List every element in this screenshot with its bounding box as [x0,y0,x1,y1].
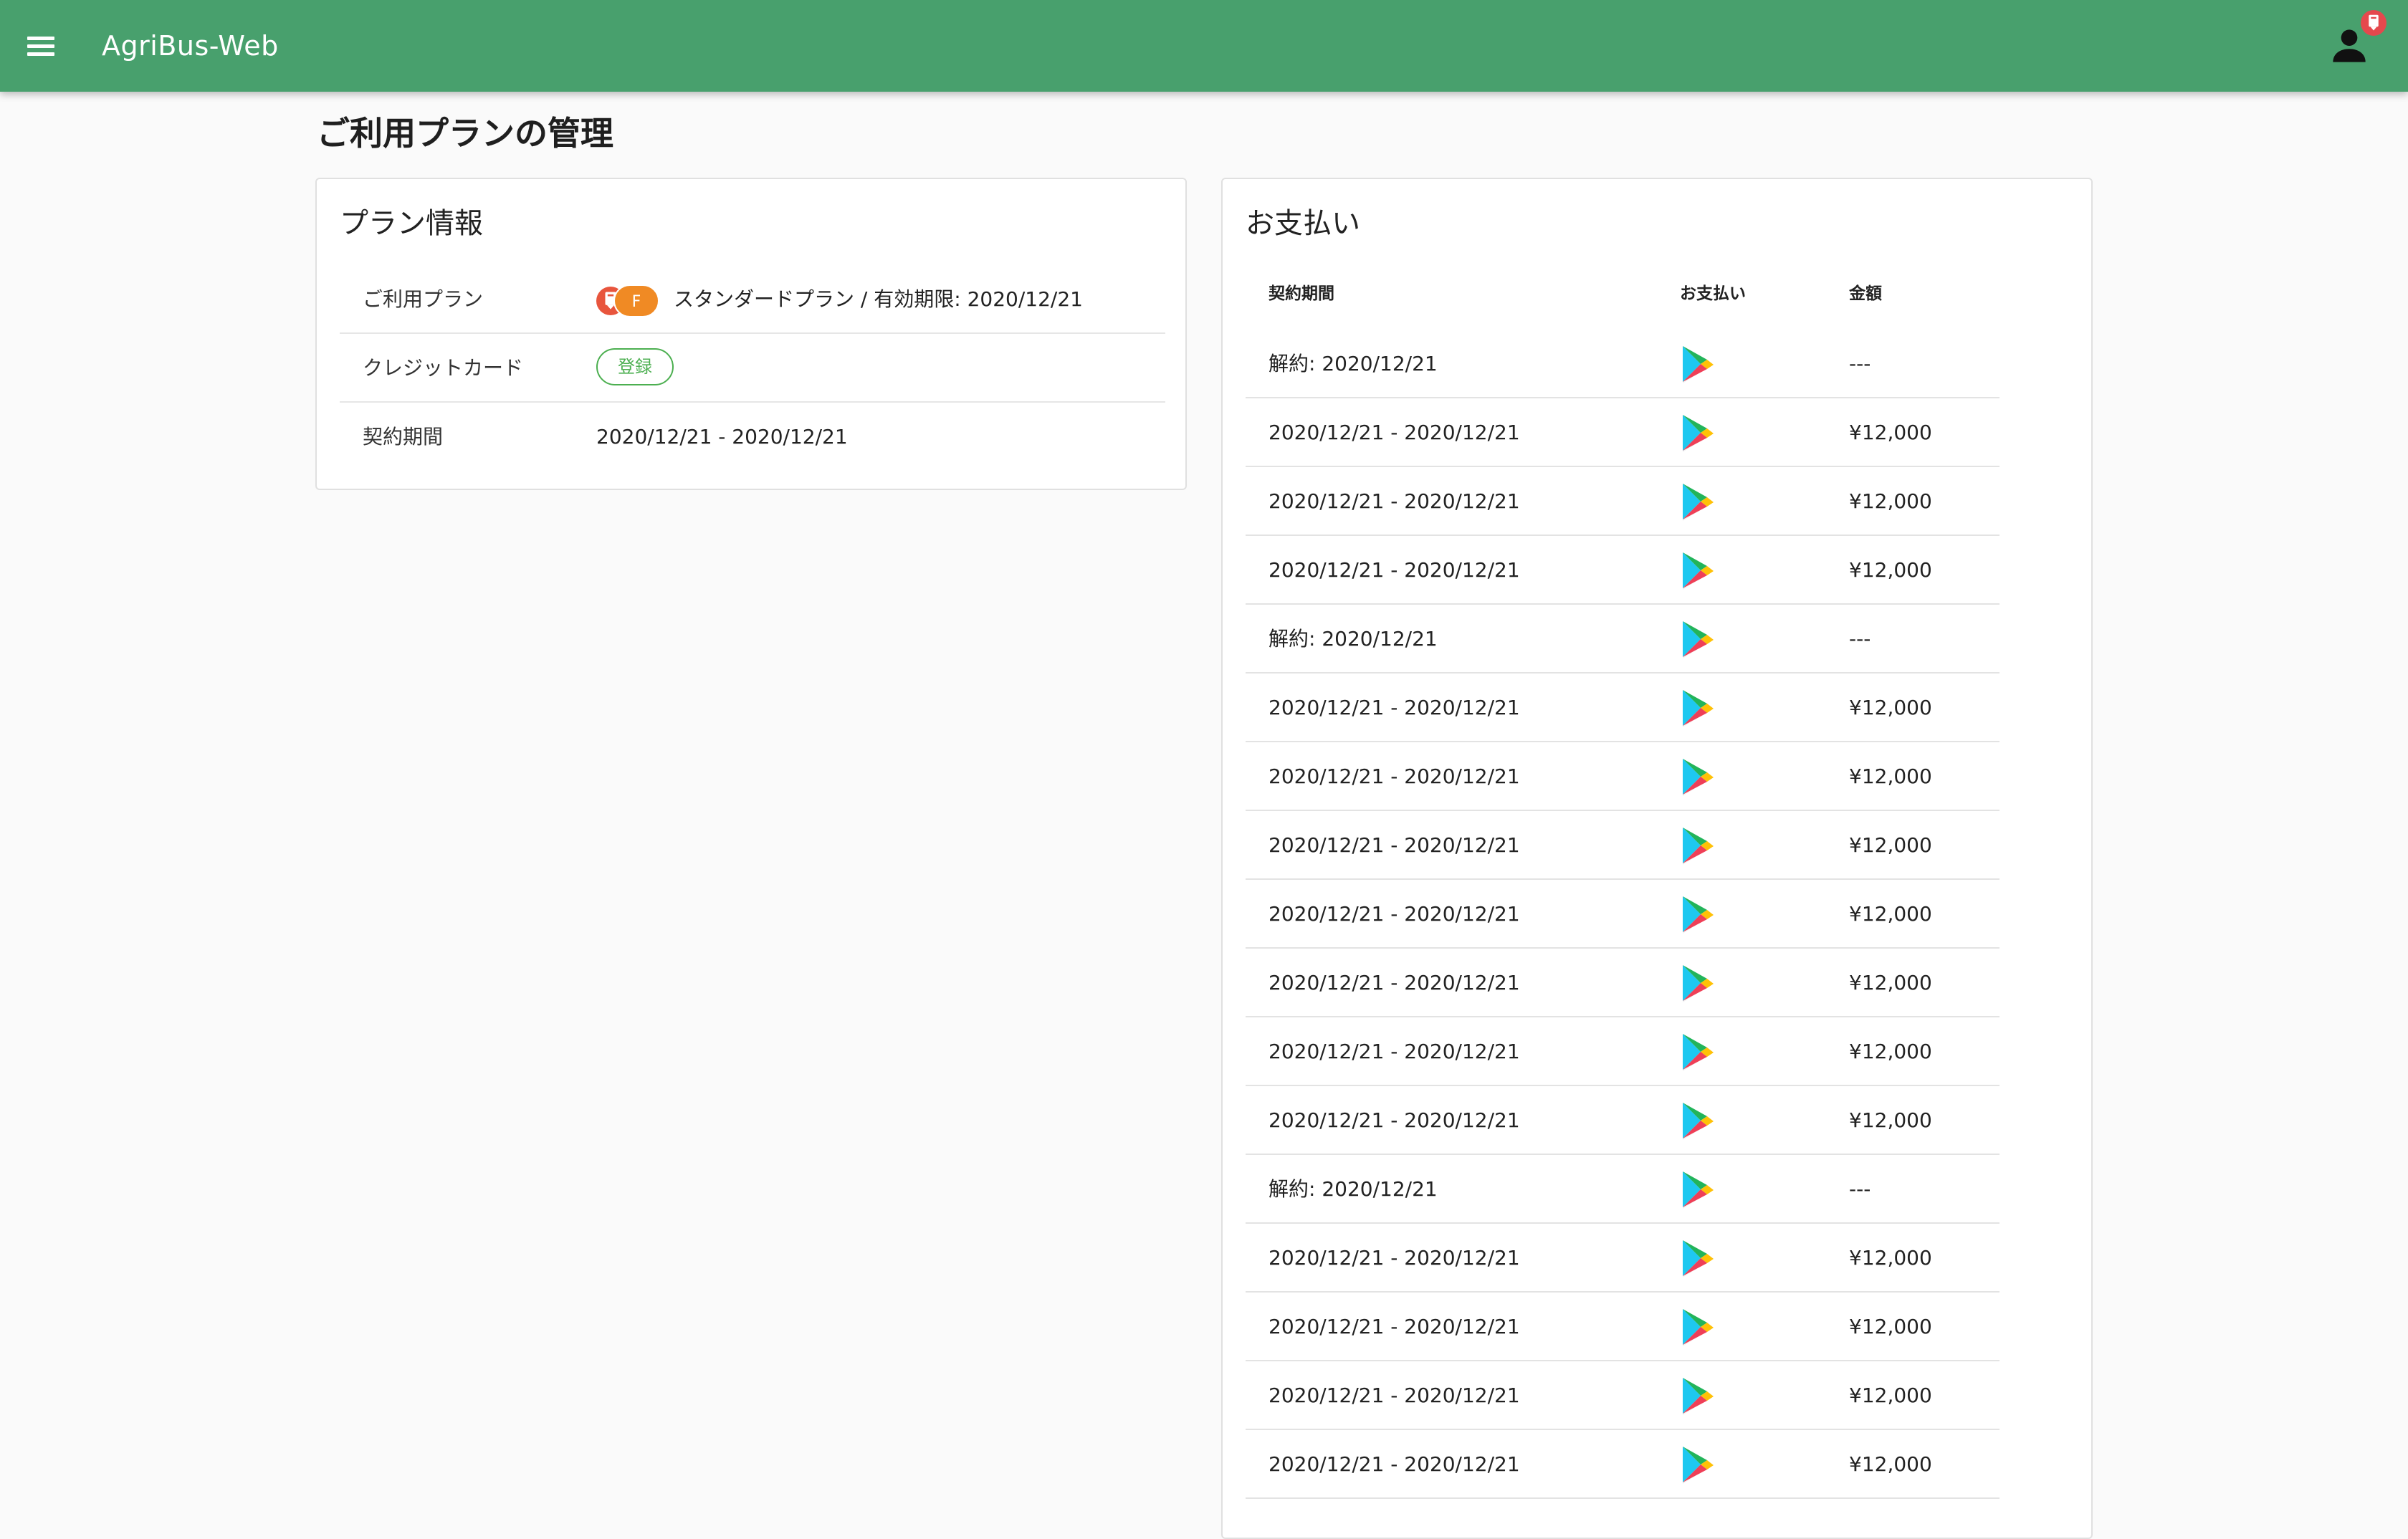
table-row: 2020/12/21 - 2020/12/21 ¥12,000 [1246,467,2000,536]
payments-title: お支払い [1246,207,1360,240]
google-play-icon [1678,757,1717,798]
table-row: 2020/12/21 - 2020/12/21 ¥12,000 [1246,536,2000,605]
table-row: 2020/12/21 - 2020/12/21 ¥12,000 [1246,1224,2000,1293]
table-row: 2020/12/21 - 2020/12/21 ¥12,000 [1246,673,2000,742]
credit-card-label: クレジットカード [363,356,524,380]
google-play-icon [1678,963,1717,1005]
google-play-icon [1678,1307,1717,1348]
table-row: 解約: 2020/12/21 --- [1246,330,2000,398]
payment-period: 2020/12/21 - 2020/12/21 [1268,971,1520,994]
payment-amount: ¥12,000 [1849,1315,1932,1338]
plan-badge: F [613,284,659,317]
payment-amount: --- [1849,352,1871,375]
google-play-icon [1678,1169,1717,1211]
table-row: 2020/12/21 - 2020/12/21 ¥12,000 [1246,1293,2000,1361]
column-header-amount: 金額 [1849,284,1882,303]
table-row: 2020/12/21 - 2020/12/21 ¥12,000 [1246,1430,2000,1499]
plan-info-title: プラン情報 [340,207,483,240]
column-header-period: 契約期間 [1268,284,1334,303]
payment-amount: ¥12,000 [1849,421,1932,444]
table-row: 2020/12/21 - 2020/12/21 ¥12,000 [1246,1086,2000,1155]
menu-icon[interactable] [22,26,62,66]
google-play-icon [1678,1032,1717,1073]
payment-period: 2020/12/21 - 2020/12/21 [1268,833,1520,857]
payment-amount: ¥12,000 [1849,833,1932,857]
payments-table-header: 契約期間 お支払い 金額 [1246,271,2000,317]
contract-period-value: 2020/12/21 - 2020/12/21 [596,425,848,449]
table-row: 2020/12/21 - 2020/12/21 ¥12,000 [1246,949,2000,1017]
column-header-method: お支払い [1680,284,1746,303]
payment-amount: ¥12,000 [1849,902,1932,926]
plan-row: ご利用プラン F スタンダードプラン / 有効期限: 2020/12/21 [340,265,1165,334]
table-row: 2020/12/21 - 2020/12/21 ¥12,000 [1246,1361,2000,1430]
account-button[interactable] [2325,10,2386,70]
table-row: 2020/12/21 - 2020/12/21 ¥12,000 [1246,811,2000,880]
app-title: AgriBus-Web [102,30,279,62]
payment-amount: ¥12,000 [1849,1452,1932,1476]
app-bar: AgriBus-Web [0,0,2408,92]
payment-period: 解約: 2020/12/21 [1268,352,1438,375]
notification-badge-icon [2361,10,2386,36]
payment-period: 解約: 2020/12/21 [1268,1177,1438,1201]
payment-amount: ¥12,000 [1849,971,1932,994]
payment-period: 2020/12/21 - 2020/12/21 [1268,489,1520,513]
plan-value: スタンダードプラン / 有効期限: 2020/12/21 [674,287,1083,311]
google-play-icon [1678,619,1717,661]
payment-period: 2020/12/21 - 2020/12/21 [1268,421,1520,444]
table-row: 2020/12/21 - 2020/12/21 ¥12,000 [1246,880,2000,949]
payment-amount: ¥12,000 [1849,1108,1932,1132]
payment-amount: ¥12,000 [1849,558,1932,582]
payment-period: 2020/12/21 - 2020/12/21 [1268,902,1520,926]
table-row: 2020/12/21 - 2020/12/21 ¥12,000 [1246,742,2000,811]
google-play-icon [1678,1444,1717,1486]
payment-period: 2020/12/21 - 2020/12/21 [1268,1108,1520,1132]
payment-amount: ¥12,000 [1849,1040,1932,1063]
payment-amount: ¥12,000 [1849,489,1932,513]
page-title: ご利用プランの管理 [317,114,613,153]
table-row: 2020/12/21 - 2020/12/21 ¥12,000 [1246,398,2000,467]
payment-amount: --- [1849,627,1871,651]
google-play-icon [1678,550,1717,592]
google-play-icon [1678,688,1717,729]
payment-period: 2020/12/21 - 2020/12/21 [1268,1315,1520,1338]
credit-card-row: クレジットカード 登録 [340,334,1165,403]
payment-amount: --- [1849,1177,1871,1201]
payment-period: 解約: 2020/12/21 [1268,627,1438,651]
payment-period: 2020/12/21 - 2020/12/21 [1268,1246,1520,1270]
google-play-icon [1678,1376,1717,1417]
payment-period: 2020/12/21 - 2020/12/21 [1268,1384,1520,1407]
google-play-icon [1678,481,1717,523]
plan-label: ご利用プラン [363,287,484,311]
payment-amount: ¥12,000 [1849,696,1932,719]
contract-period-label: 契約期間 [363,425,444,449]
plan-info-card: プラン情報 ご利用プラン F スタンダードプラン / 有効期限: 2020/12… [315,178,1187,490]
google-play-icon [1678,413,1717,454]
google-play-icon [1678,344,1717,385]
table-row: 2020/12/21 - 2020/12/21 ¥12,000 [1246,1017,2000,1086]
payment-period: 2020/12/21 - 2020/12/21 [1268,1040,1520,1063]
google-play-icon [1678,894,1717,936]
google-play-icon [1678,1101,1717,1142]
table-row: 解約: 2020/12/21 --- [1246,605,2000,673]
table-row: 解約: 2020/12/21 --- [1246,1155,2000,1224]
payment-period: 2020/12/21 - 2020/12/21 [1268,696,1520,719]
google-play-icon [1678,1238,1717,1280]
payment-period: 2020/12/21 - 2020/12/21 [1268,764,1520,788]
register-card-button[interactable]: 登録 [596,348,674,385]
payments-card: お支払い 契約期間 お支払い 金額 解約: 2020/12/21 --- 202… [1221,178,2093,1539]
google-play-icon [1678,825,1717,867]
payment-period: 2020/12/21 - 2020/12/21 [1268,1452,1520,1476]
payment-amount: ¥12,000 [1849,1384,1932,1407]
payment-amount: ¥12,000 [1849,1246,1932,1270]
payments-table-body: 解約: 2020/12/21 --- 2020/12/21 - 2020/12/… [1246,330,2000,1499]
contract-period-row: 契約期間 2020/12/21 - 2020/12/21 [340,403,1165,471]
payment-amount: ¥12,000 [1849,764,1932,788]
payment-period: 2020/12/21 - 2020/12/21 [1268,558,1520,582]
